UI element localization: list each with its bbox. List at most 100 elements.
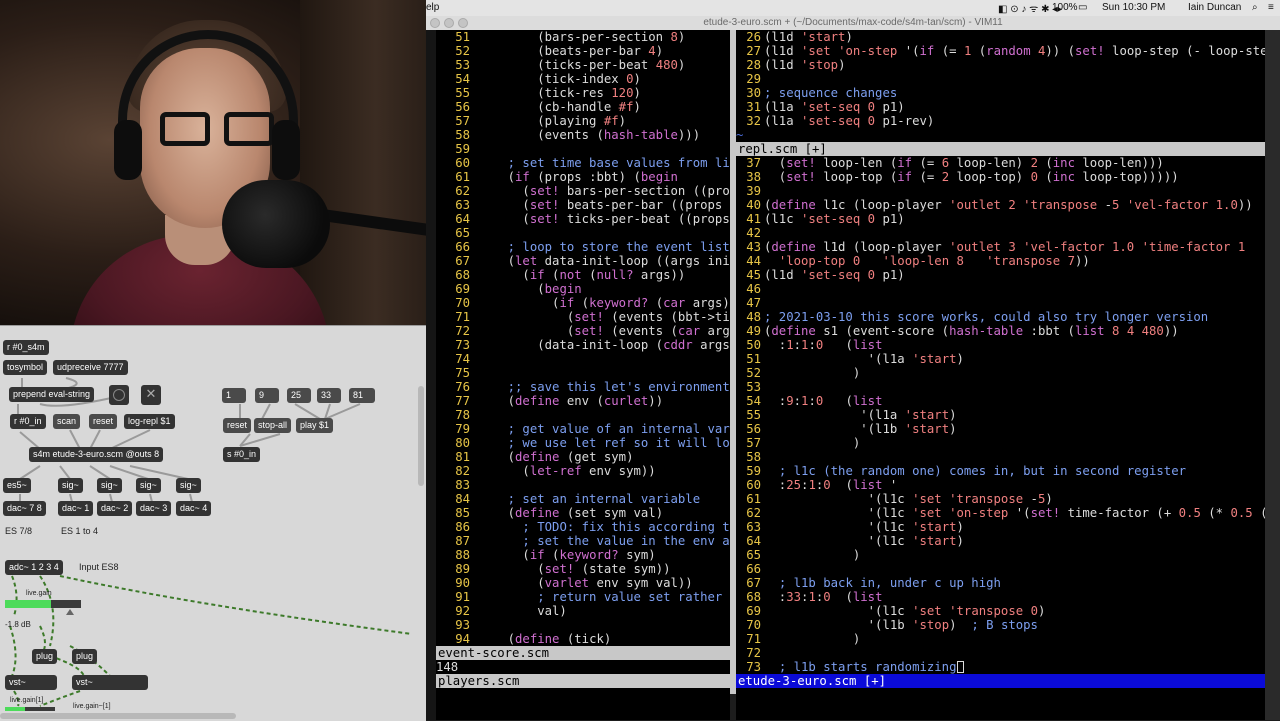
battery-icon: ▭	[1078, 2, 1088, 13]
code-text: (set! (state sym))	[478, 562, 671, 576]
code-line: 52 (beats-per-bar 4)	[436, 44, 663, 58]
code-text: (let data-init-loop ((args init-	[478, 254, 730, 268]
s4m-object[interactable]: s4m etude-3-euro.scm @outs 8	[29, 447, 164, 462]
msg-9[interactable]: 9	[255, 388, 279, 403]
line-number: 70	[746, 618, 761, 632]
msg-81[interactable]: 81	[349, 388, 375, 403]
code-text: (define (set sym val)	[478, 506, 664, 520]
code-line: 27 (l1d 'set 'on-step '(if (= 1 (random 4…	[736, 44, 1265, 58]
editor-pane-event-score[interactable]: 51 (bars-per-section 8) 52 (beats-per-bar…	[436, 30, 730, 646]
dac-1-object[interactable]: dac~ 1	[58, 501, 94, 516]
line-number: 68	[455, 268, 470, 282]
statusline-players[interactable]: players.scm	[436, 674, 730, 688]
patcher-horizontal-scrollbar[interactable]	[0, 713, 236, 719]
code-text: (set! loop-top (if (= 2 loop-top) 0 (inc…	[764, 170, 1179, 184]
code-line: 69 '(l1c 'set 'transpose 0)	[736, 604, 1045, 618]
editor-pane-repl[interactable]: 26 (l1d 'start) 27 (l1d 'set 'on-step '(if …	[736, 30, 1265, 142]
window-title: etude-3-euro.scm + (~/Documents/max-code…	[703, 17, 1003, 28]
scan-message[interactable]: scan	[53, 414, 81, 429]
adc-object[interactable]: adc~ 1 2 3 4	[5, 560, 63, 575]
toggle-object[interactable]: ✕	[141, 385, 161, 405]
dac-3-object[interactable]: dac~ 3	[136, 501, 172, 516]
tosymbol-object[interactable]: tosymbol	[3, 360, 48, 375]
code-text: '(l1c 'start)	[764, 520, 964, 534]
code-text: (data-init-loop (cddr args))	[478, 338, 730, 352]
code-line: 65	[436, 226, 478, 240]
code-text: :33:1:0 (list	[764, 590, 883, 604]
code-text: (l1a 'set-seq 0 p1-rev)	[764, 114, 935, 128]
line-number: 79	[455, 422, 470, 436]
live-gain-slider[interactable]	[5, 600, 81, 608]
sig-object-4[interactable]: sig~	[176, 478, 201, 493]
s-in-object[interactable]: s #0_in	[223, 447, 261, 462]
code-line: 67 ; l1b back in, under c up high	[736, 576, 1001, 590]
code-text: )	[764, 632, 861, 646]
code-line: 63 '(l1c 'start)	[736, 520, 964, 534]
max-patcher[interactable]: r #0_s4m tosymbol udpreceive 7777 prepen…	[0, 325, 426, 721]
code-line: 57 (playing #f)	[436, 114, 626, 128]
log-repl-object[interactable]: log-repl $1	[124, 414, 175, 429]
menu-list-icon[interactable]: ≡	[1268, 2, 1274, 13]
stop-all-message[interactable]: stop-all	[254, 418, 292, 433]
window-titlebar[interactable]: etude-3-euro.scm + (~/Documents/max-code…	[426, 16, 1280, 31]
code-line: 87 ; set the value in the env and	[436, 534, 730, 548]
patcher-vertical-scrollbar[interactable]	[418, 386, 424, 486]
code-line: 61 (if (props :bbt) (begin	[436, 170, 678, 184]
search-icon[interactable]: ⌕	[1252, 2, 1258, 13]
dac-78-object[interactable]: dac~ 7 8	[3, 501, 46, 516]
reset-all-message[interactable]: reset	[223, 418, 252, 433]
line-number: 90	[455, 576, 470, 590]
udpreceive-object[interactable]: udpreceive 7777	[53, 360, 128, 375]
line-number: 59	[455, 142, 470, 156]
plug-object-2[interactable]: plug	[72, 649, 98, 664]
msg-25[interactable]: 25	[287, 388, 311, 403]
code-text: (l1d 'set-seq 0 p1)	[764, 268, 905, 282]
code-text: (define (tick)	[478, 632, 612, 646]
gain-handle-icon[interactable]	[66, 609, 74, 615]
user-name[interactable]: Iain Duncan	[1188, 2, 1241, 13]
line-number: 88	[455, 548, 470, 562]
r-in-object[interactable]: r #0_in	[10, 414, 46, 429]
line-number: 94	[455, 632, 470, 646]
clock[interactable]: Sun 10:30 PM	[1102, 2, 1165, 13]
code-text: (if (not (null? args))	[478, 268, 686, 282]
statusline-event-score[interactable]: event-score.scm	[436, 646, 730, 660]
code-text: (define s1 (event-score (hash-table :bbt…	[764, 324, 1179, 338]
statusline-repl[interactable]: repl.scm [+]	[736, 142, 1265, 156]
sig-object-1[interactable]: sig~	[58, 478, 83, 493]
r-s4m-object[interactable]: r #0_s4m	[3, 340, 49, 355]
msg-1[interactable]: 1	[222, 388, 246, 403]
menu-help[interactable]: elp	[426, 2, 439, 13]
code-line: 62 (set! bars-per-section ((props	[436, 184, 730, 198]
button-object[interactable]	[109, 385, 129, 405]
reset-message[interactable]: reset	[89, 414, 118, 429]
code-text: ; we use let ref so it will look	[507, 436, 730, 450]
vst-object-2[interactable]: vst~	[72, 675, 148, 690]
line-number: 56	[746, 422, 761, 436]
command-line[interactable]	[436, 688, 730, 720]
dac-2-object[interactable]: dac~ 2	[97, 501, 133, 516]
line-number: 32	[746, 114, 761, 128]
statusline-etude[interactable]: etude-3-euro.scm [+]	[736, 674, 1265, 688]
code-line: 28 (l1d 'stop)	[736, 58, 845, 72]
dac-4-object[interactable]: dac~ 4	[176, 501, 212, 516]
vst-object-1[interactable]: vst~	[5, 675, 57, 690]
live-gain-1-slider[interactable]	[5, 707, 55, 711]
es5-object[interactable]: es5~	[3, 478, 31, 493]
code-line: 66	[736, 562, 764, 576]
code-line: 52 )	[736, 366, 860, 380]
sig-object-2[interactable]: sig~	[97, 478, 122, 493]
editor-pane-players[interactable]: 148	[436, 660, 730, 674]
plug-object-1[interactable]: plug	[32, 649, 58, 664]
command-line-right[interactable]	[736, 688, 1265, 720]
code-line: 31 (l1a 'set-seq 0 p1)	[736, 100, 905, 114]
editor-pane-etude[interactable]: 37 (set! loop-len (if (= 6 loop-len) 2 (…	[736, 156, 1265, 674]
code-line: 78	[436, 408, 478, 422]
play-message[interactable]: play $1	[296, 418, 334, 433]
prepend-object[interactable]: prepend eval-string	[9, 387, 95, 402]
sig-object-3[interactable]: sig~	[136, 478, 161, 493]
msg-33[interactable]: 33	[317, 388, 341, 403]
line-number: 43	[746, 240, 761, 254]
line-number: 62	[455, 184, 470, 198]
code-text: '(l1c 'set 'transpose -5)	[764, 492, 1053, 506]
